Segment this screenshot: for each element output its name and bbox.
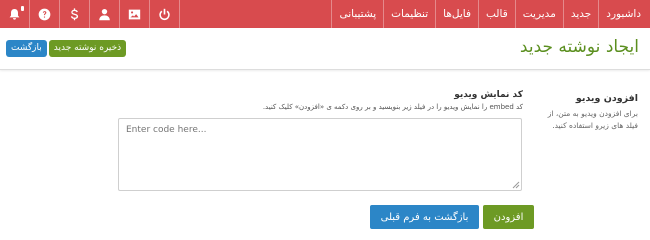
notifications-button[interactable]: [0, 0, 30, 28]
notification-indicator: [21, 6, 24, 11]
user-button[interactable]: [90, 0, 120, 28]
nav-item-manage[interactable]: مدیریت: [514, 0, 563, 28]
nav-item-theme[interactable]: قالب: [478, 0, 515, 28]
field-help-text: کد embed را نمایش ویدیو را در فیلد زیر ب…: [262, 103, 523, 111]
help-button[interactable]: [30, 0, 60, 28]
user-icon: [99, 8, 110, 20]
nav-item-support[interactable]: پشتیبانی: [331, 0, 383, 28]
nav-item-settings[interactable]: تنظیمات: [383, 0, 435, 28]
field-label: کد نمایش ویدیو: [454, 90, 523, 100]
resize-handle-icon[interactable]: [512, 181, 520, 189]
section-title: افزودن ویدیو: [575, 93, 638, 104]
nav-item-new[interactable]: جدید: [562, 0, 598, 28]
power-button[interactable]: [150, 0, 180, 28]
dollar-icon: [70, 7, 79, 20]
add-button[interactable]: افزودن: [483, 205, 534, 229]
nav-item-dashboard[interactable]: داشبورد: [598, 0, 650, 28]
billing-button[interactable]: [60, 0, 90, 28]
embed-code-input[interactable]: [118, 118, 522, 191]
nav-item-files[interactable]: فایل‌ها: [435, 0, 478, 28]
top-navbar: داشبورد جدید مدیریت قالب فایل‌ها تنظیمات…: [0, 0, 650, 28]
help-icon: [38, 8, 51, 20]
bell-icon: [9, 8, 20, 20]
form-actions: بازگشت به فرم قبلی افزودن: [370, 205, 534, 229]
image-icon: [128, 9, 141, 19]
power-icon: [159, 8, 170, 20]
main-nav: داشبورد جدید مدیریت قالب فایل‌ها تنظیمات…: [331, 0, 650, 28]
section-description: برای افزودن ویدیو به متن، از فیلد های زی…: [547, 109, 638, 130]
back-button[interactable]: بازگشت: [6, 40, 47, 57]
back-to-form-button[interactable]: بازگشت به فرم قبلی: [370, 205, 479, 229]
page-header: ایجاد نوشته جدید بازگشت ذخیره نوشته جدید: [0, 28, 650, 70]
page-title: ایجاد نوشته جدید: [519, 37, 639, 57]
save-post-button[interactable]: ذخیره نوشته جدید: [48, 40, 127, 57]
header-actions: بازگشت ذخیره نوشته جدید: [6, 40, 127, 57]
media-button[interactable]: [120, 0, 150, 28]
toolbar-icons: [0, 0, 180, 28]
